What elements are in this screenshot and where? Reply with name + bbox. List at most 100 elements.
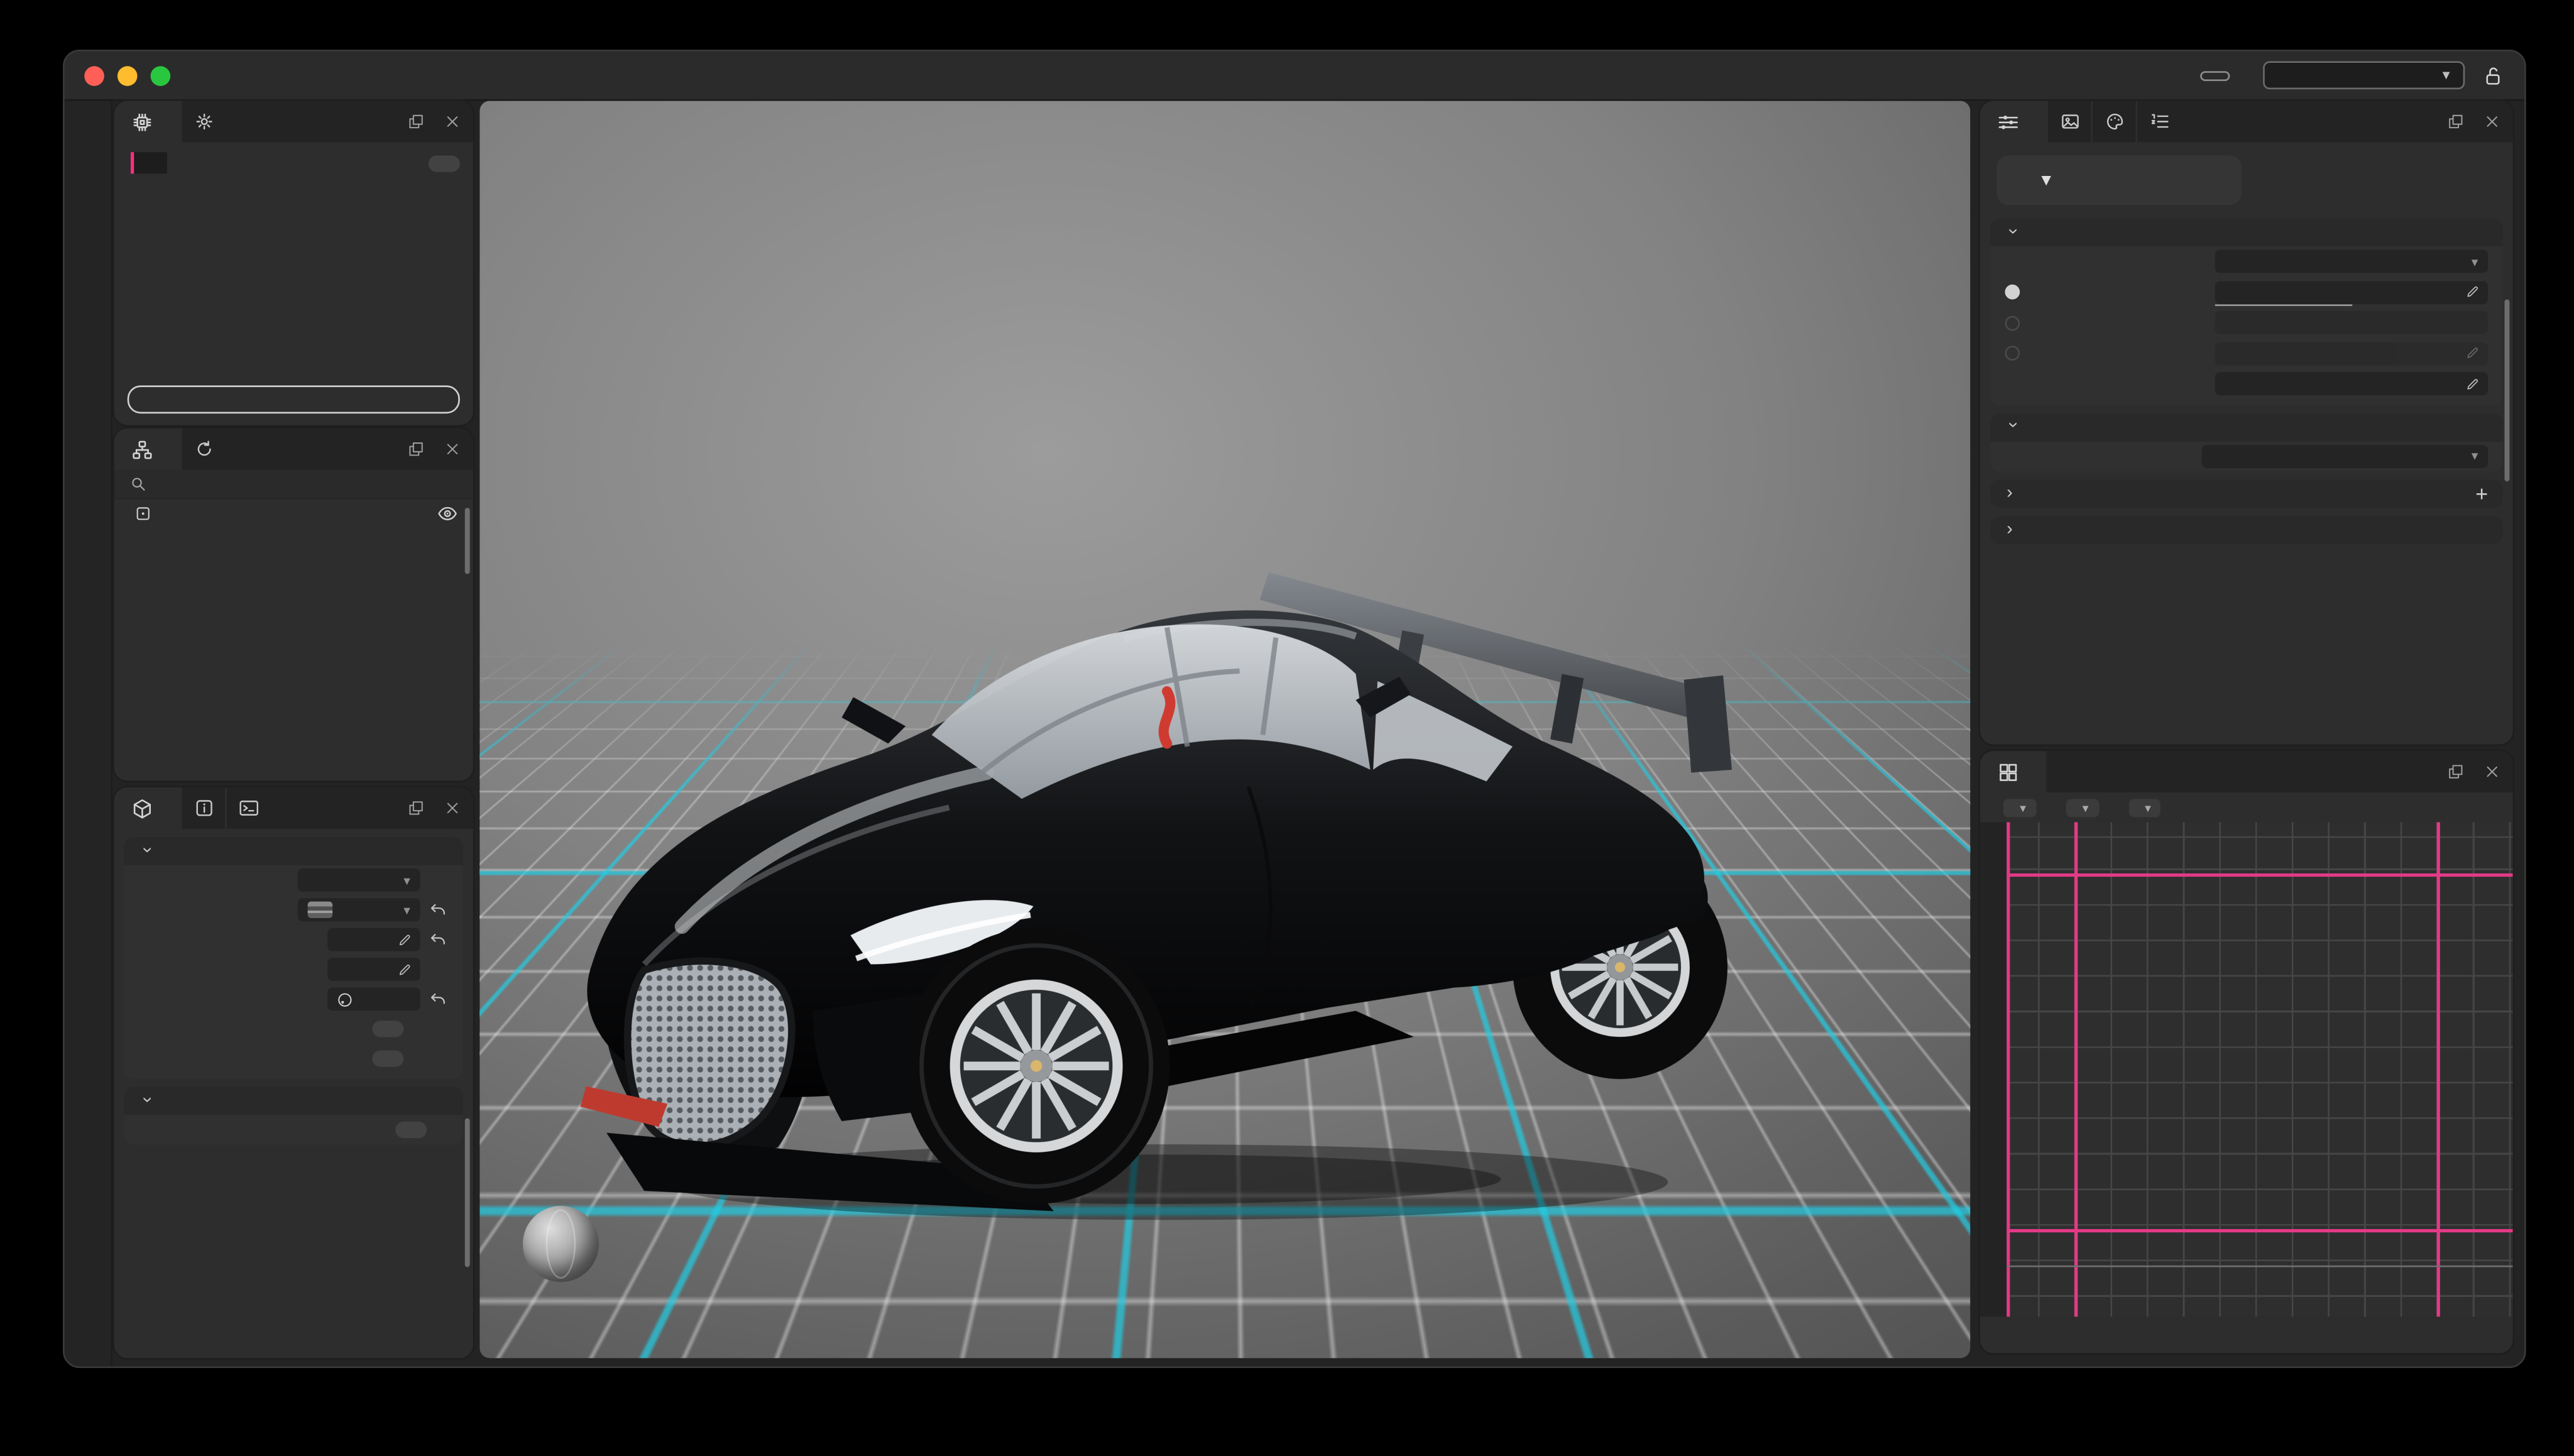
percent-triangles-radio[interactable]: [2005, 285, 2020, 300]
textures-dropdown[interactable]: [2066, 798, 2098, 816]
axis-gizmo[interactable]: [523, 1206, 599, 1282]
group-header[interactable]: [124, 837, 463, 865]
close-panel-button[interactable]: [2477, 757, 2506, 786]
close-icon: [442, 112, 461, 131]
minimize-window-button[interactable]: [118, 65, 138, 85]
close-panel-button[interactable]: [437, 434, 466, 464]
pencil-icon: [2465, 377, 2480, 392]
add-rule-button[interactable]: +: [2475, 481, 2488, 506]
viewport-settings-scrollbar[interactable]: [465, 1119, 470, 1267]
percent-triangles-field[interactable]: [2215, 281, 2488, 304]
close-window-button[interactable]: [84, 65, 104, 85]
console-tab[interactable]: [225, 787, 270, 829]
grid-status-button[interactable]: [2200, 70, 2230, 80]
main-toolbar: [65, 101, 112, 1367]
tab-outliner[interactable]: [114, 429, 180, 470]
uv-canvas[interactable]: [1980, 822, 2513, 1316]
rotation-field[interactable]: [327, 988, 420, 1011]
refresh-icon: [193, 439, 214, 460]
orbit-camera-toggle[interactable]: [372, 1051, 403, 1067]
float-panel-button[interactable]: [2440, 757, 2470, 786]
sliders-icon: [1996, 110, 2020, 133]
uv-boundary-line: [2074, 822, 2077, 1316]
float-panel-button[interactable]: [400, 793, 430, 823]
absolute-triangles-field[interactable]: [2215, 312, 2488, 335]
screen-size-radio[interactable]: [2005, 346, 2020, 361]
reset-button[interactable]: [429, 988, 450, 1010]
lod-entry-row[interactable]: [114, 149, 473, 177]
tab-mesh-operation-settings[interactable]: [1980, 101, 2046, 143]
visibility-eye-icon[interactable]: [437, 503, 458, 524]
outliner-search-input[interactable]: [114, 470, 473, 500]
group-header[interactable]: +: [1990, 479, 2503, 508]
uv-viewer-panel: [1980, 751, 2513, 1353]
close-panel-button[interactable]: [437, 107, 466, 136]
importance-dropdown[interactable]: [2202, 444, 2488, 468]
viewport-3d[interactable]: [479, 101, 1970, 1359]
materials-tab[interactable]: [2046, 101, 2091, 143]
float-panel-button[interactable]: [400, 107, 430, 136]
reset-button[interactable]: [429, 929, 450, 950]
uvset-dropdown[interactable]: [2128, 798, 2161, 816]
operation-type-dropdown[interactable]: [1996, 155, 2242, 205]
chevron-right-icon: [2005, 487, 2018, 500]
chevron-down-icon: [2005, 420, 2018, 434]
list-tab[interactable]: [2135, 101, 2180, 143]
mesh-operations-settings-tab[interactable]: [180, 101, 225, 143]
float-panel-button[interactable]: [400, 434, 430, 464]
palette-tab[interactable]: [2091, 101, 2135, 143]
terminal-icon: [238, 797, 259, 819]
continuous-rotation-toggle[interactable]: [372, 1021, 403, 1037]
info-tab[interactable]: [180, 787, 225, 829]
app-window: +: [63, 50, 2526, 1368]
scene-toggle[interactable]: [395, 1122, 427, 1138]
render-mode-dropdown[interactable]: [298, 868, 420, 892]
outliner-refresh-button[interactable]: [180, 429, 225, 470]
reset-button[interactable]: [429, 899, 450, 921]
group-header[interactable]: [1990, 413, 2503, 441]
settings-scrollbar[interactable]: [2504, 299, 2509, 481]
group-header[interactable]: [1990, 516, 2503, 544]
outliner-tree-row[interactable]: [114, 503, 473, 524]
uv-boundary-line: [1980, 1229, 2513, 1232]
absolute-triangles-radio[interactable]: [2005, 315, 2020, 331]
add-entry-button[interactable]: [114, 177, 473, 184]
uv-boundary-line: [1980, 873, 2513, 876]
tab-mesh-operations[interactable]: [114, 101, 180, 143]
palette-icon: [2103, 111, 2125, 132]
outliner-scrollbar[interactable]: [465, 508, 470, 574]
uv-toolbar-button[interactable]: [1980, 827, 2007, 854]
feature-importance-group: [1990, 413, 2503, 471]
maximum-deviation-field[interactable]: [2215, 373, 2488, 396]
close-panel-button[interactable]: [2477, 107, 2506, 136]
materials-filter-dropdown[interactable]: [2003, 798, 2036, 816]
tab-uv-viewer[interactable]: [1980, 751, 2046, 792]
blur-row: [124, 955, 463, 984]
chevron-right-icon: [2005, 523, 2018, 537]
float-icon: [2446, 763, 2464, 781]
environment-dropdown[interactable]: [298, 898, 420, 921]
screen-size-field[interactable]: [2215, 342, 2488, 365]
group-header[interactable]: [1990, 218, 2503, 246]
start-button[interactable]: [128, 385, 460, 413]
rotation-knob-icon[interactable]: [336, 990, 354, 1008]
blur-field[interactable]: [327, 958, 420, 981]
zoom-window-button[interactable]: [151, 65, 171, 85]
numbered-list-icon: [2148, 111, 2169, 132]
float-icon: [406, 112, 424, 131]
workspace-dropdown[interactable]: [2263, 61, 2465, 89]
tab-viewport-settings[interactable]: [114, 787, 180, 829]
pencil-icon: [2465, 285, 2480, 300]
pencil-icon: [397, 962, 412, 977]
lock-icon[interactable]: [2482, 63, 2505, 87]
automatic-quality-dropdown[interactable]: [2215, 250, 2488, 273]
lod-enabled-toggle[interactable]: [429, 155, 460, 171]
uv-shells-canvas: [2074, 873, 2436, 1229]
opacity-field[interactable]: [327, 928, 420, 951]
close-icon: [2482, 112, 2500, 131]
close-panel-button[interactable]: [437, 793, 466, 823]
float-panel-button[interactable]: [2440, 107, 2470, 136]
screen: +: [0, 0, 2574, 1456]
car-model[interactable]: [542, 478, 1849, 1247]
group-header[interactable]: [124, 1087, 463, 1115]
